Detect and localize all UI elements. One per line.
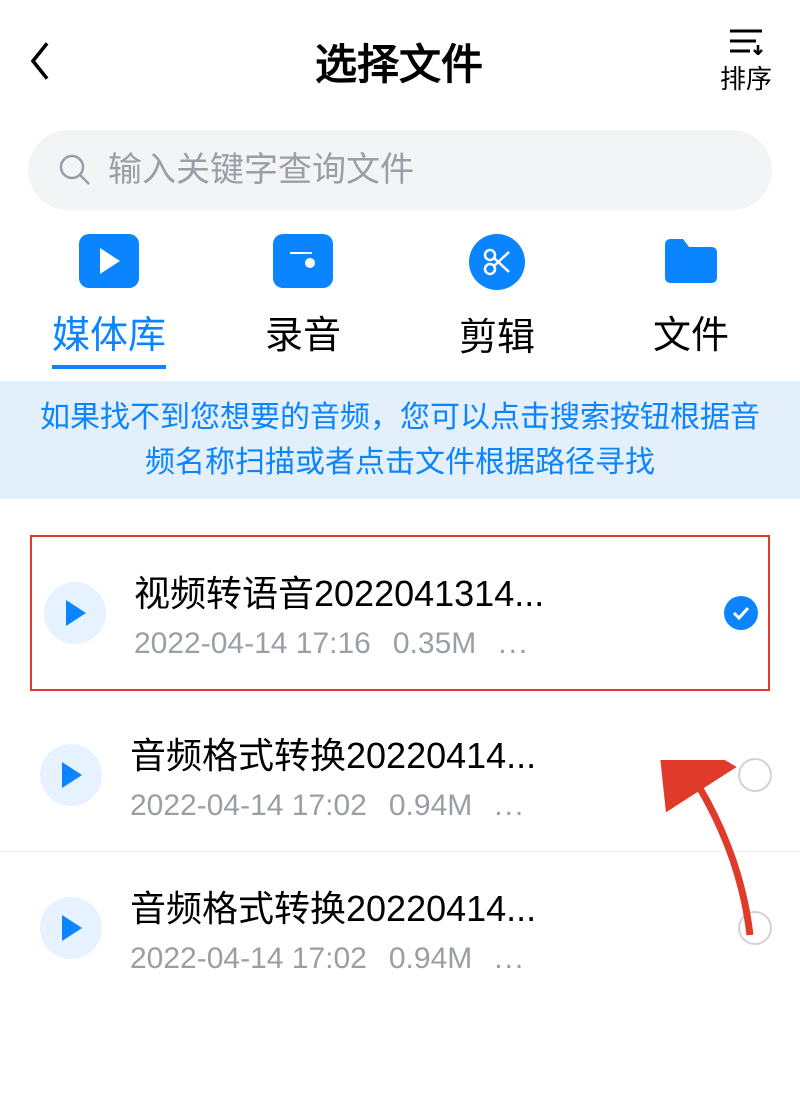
file-meta: 2022-04-14 17:16 0.35M ... [134,627,696,661]
play-button[interactable] [40,897,102,959]
selection-unchecked-icon[interactable] [738,911,772,945]
file-item[interactable]: 视频转语音2022041314... 2022-04-14 17:16 0.35… [30,535,770,691]
search-icon [58,153,92,187]
play-button[interactable] [44,582,106,644]
search-box[interactable] [28,130,772,210]
file-date: 2022-04-14 17:16 [134,627,371,661]
play-icon [64,600,86,626]
sort-label: 排序 [720,59,772,96]
play-icon [60,762,82,788]
back-button[interactable] [28,41,78,81]
tab-recording[interactable]: 录音 [218,234,388,371]
file-item[interactable]: 音频格式转换20220414... 2022-04-14 17:02 0.94M… [0,699,800,852]
search-container [28,130,772,210]
file-date: 2022-04-14 17:02 [130,942,367,976]
tab-label: 剪辑 [459,306,535,371]
file-meta: 2022-04-14 17:02 0.94M ... [130,942,710,976]
play-button[interactable] [40,744,102,806]
sort-icon [728,27,764,55]
banner-text: 如果找不到您想要的音频，您可以点击搜索按钮根据音频名称扫描或者点击文件根据路径寻… [40,395,760,485]
file-info: 音频格式转换20220414... 2022-04-14 17:02 0.94M… [130,727,710,823]
file-size: 0.35M [393,627,476,661]
file-item[interactable]: 音频格式转换20220414... 2022-04-14 17:02 0.94M… [0,852,800,1004]
file-title: 音频格式转换20220414... [130,880,710,932]
back-icon [28,41,52,81]
more-icon[interactable]: ... [498,627,529,661]
folder-icon [661,234,721,288]
file-list: 视频转语音2022041314... 2022-04-14 17:16 0.35… [0,521,800,1014]
more-icon[interactable]: ... [494,942,525,976]
tab-media-library[interactable]: 媒体库 [24,234,194,371]
file-title: 音频格式转换20220414... [130,727,710,779]
tab-editing[interactable]: 剪辑 [412,234,582,371]
file-size: 0.94M [389,942,472,976]
file-meta: 2022-04-14 17:02 0.94M ... [130,789,710,823]
file-title: 视频转语音2022041314... [134,565,696,617]
search-input[interactable] [108,151,742,190]
tab-label: 录音 [265,304,341,369]
sort-button[interactable]: 排序 [720,27,772,96]
page-title: 选择文件 [78,31,720,92]
partial-row-above [0,499,800,521]
file-info: 视频转语音2022041314... 2022-04-14 17:16 0.35… [134,565,696,661]
selection-checked-icon[interactable] [724,596,758,630]
file-date: 2022-04-14 17:02 [130,789,367,823]
tab-label: 文件 [653,304,729,369]
file-size: 0.94M [389,789,472,823]
tab-files[interactable]: 文件 [606,234,776,371]
play-video-icon [79,234,139,288]
info-banner: 如果找不到您想要的音频，您可以点击搜索按钮根据音频名称扫描或者点击文件根据路径寻… [0,381,800,499]
more-icon[interactable]: ... [494,789,525,823]
file-info: 音频格式转换20220414... 2022-04-14 17:02 0.94M… [130,880,710,976]
play-icon [60,915,82,941]
selection-unchecked-icon[interactable] [738,758,772,792]
tab-bar: 媒体库 录音 剪辑 文件 [0,234,800,371]
tab-label: 媒体库 [52,304,166,369]
scissors-icon [469,234,525,290]
header: 选择文件 排序 [0,0,800,110]
radio-icon [273,234,333,288]
